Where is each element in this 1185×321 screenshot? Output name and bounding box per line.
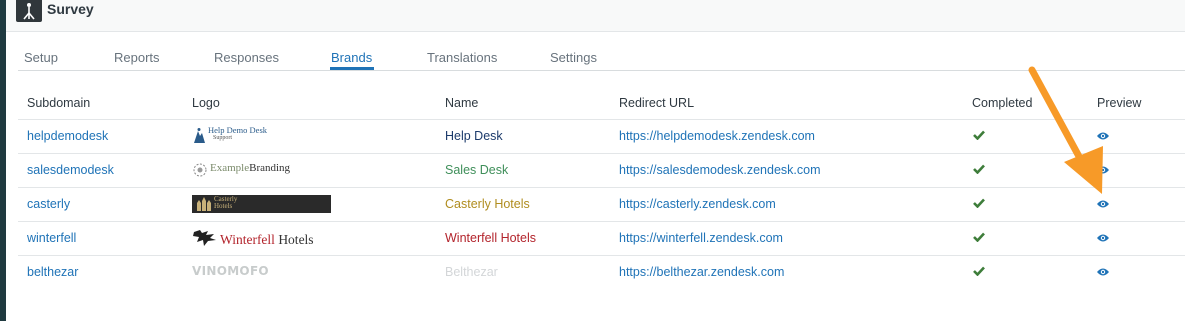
brand-name: Winterfell Hotels <box>445 231 536 245</box>
table-row[interactable]: winterfell Winterfell Hotels Winterfell … <box>18 222 1185 256</box>
tab-setup[interactable]: Setup <box>24 50 58 65</box>
header-redirect-url[interactable]: Redirect URL <box>619 96 694 110</box>
redirect-url-link[interactable]: https://winterfell.zendesk.com <box>619 231 783 245</box>
table-row[interactable]: salesdemodesk ExampleBranding Sales Desk… <box>18 154 1185 188</box>
brand-logo: ExampleBranding <box>192 161 302 179</box>
checkmark-icon <box>973 130 985 140</box>
left-sidebar-strip <box>0 0 6 321</box>
redirect-url-link[interactable]: https://salesdemodesk.zendesk.com <box>619 163 821 177</box>
brand-name: Casterly Hotels <box>445 197 530 211</box>
survey-app-icon[interactable] <box>16 0 42 22</box>
tab-brands[interactable]: Brands <box>331 50 372 65</box>
redirect-url-link[interactable]: https://casterly.zendesk.com <box>619 197 776 211</box>
brand-name: Sales Desk <box>445 163 509 177</box>
header-subdomain[interactable]: Subdomain <box>27 96 90 110</box>
checkmark-icon <box>973 266 985 276</box>
brand-logo-text: VINOMOFO <box>192 264 269 278</box>
brand-logo: Help Demo Desk Support <box>192 126 282 148</box>
tab-responses[interactable]: Responses <box>214 50 279 65</box>
app-title: Survey <box>47 1 94 17</box>
tab-bar: Setup Reports Responses Brands Translati… <box>18 48 1185 71</box>
brand-logo: VINOMOFO <box>192 264 269 282</box>
brand-logo-subtext: Support <box>213 135 233 141</box>
eye-icon[interactable] <box>1096 199 1110 209</box>
checkmark-icon <box>973 232 985 242</box>
header-logo[interactable]: Logo <box>192 96 220 110</box>
redirect-url-link[interactable]: https://helpdemodesk.zendesk.com <box>619 129 815 143</box>
subdomain-link[interactable]: salesdemodesk <box>27 163 114 177</box>
checkmark-icon <box>973 164 985 174</box>
table-row[interactable]: belthezar VINOMOFO Belthezar https://bel… <box>18 256 1185 289</box>
brand-logo-text: Casterly Hotels <box>214 195 238 210</box>
table-row[interactable]: casterly Casterly Hotels Casterly Hotels … <box>18 188 1185 222</box>
eye-icon[interactable] <box>1096 233 1110 243</box>
brand-name: Help Desk <box>445 129 503 143</box>
subdomain-link[interactable]: belthezar <box>27 265 78 279</box>
brand-logo: Winterfell Hotels <box>192 228 322 250</box>
table-header-row: Subdomain Logo Name Redirect URL Complet… <box>18 86 1185 120</box>
checkmark-icon <box>973 198 985 208</box>
subdomain-link[interactable]: casterly <box>27 197 70 211</box>
tab-reports[interactable]: Reports <box>114 50 160 65</box>
brand-logo-text: ExampleBranding <box>210 162 291 174</box>
app-header: Survey <box>6 0 1185 32</box>
subdomain-link[interactable]: winterfell <box>27 231 76 245</box>
brand-name: Belthezar <box>445 265 498 279</box>
brands-table: Subdomain Logo Name Redirect URL Complet… <box>18 86 1185 289</box>
header-name[interactable]: Name <box>445 96 478 110</box>
eye-icon[interactable] <box>1096 267 1110 277</box>
tab-translations[interactable]: Translations <box>427 50 497 65</box>
tab-settings[interactable]: Settings <box>550 50 597 65</box>
brand-logo-text: Winterfell Hotels <box>220 232 314 247</box>
brand-logo: Casterly Hotels <box>192 195 331 213</box>
active-tab-indicator <box>330 67 374 70</box>
subdomain-link[interactable]: helpdemodesk <box>27 129 108 143</box>
brand-logo-text: Help Demo Desk <box>208 125 268 135</box>
annotation-arrow-icon <box>1028 66 1103 194</box>
table-row[interactable]: helpdemodesk Help Demo Desk Support Help… <box>18 120 1185 154</box>
redirect-url-link[interactable]: https://belthezar.zendesk.com <box>619 265 784 279</box>
